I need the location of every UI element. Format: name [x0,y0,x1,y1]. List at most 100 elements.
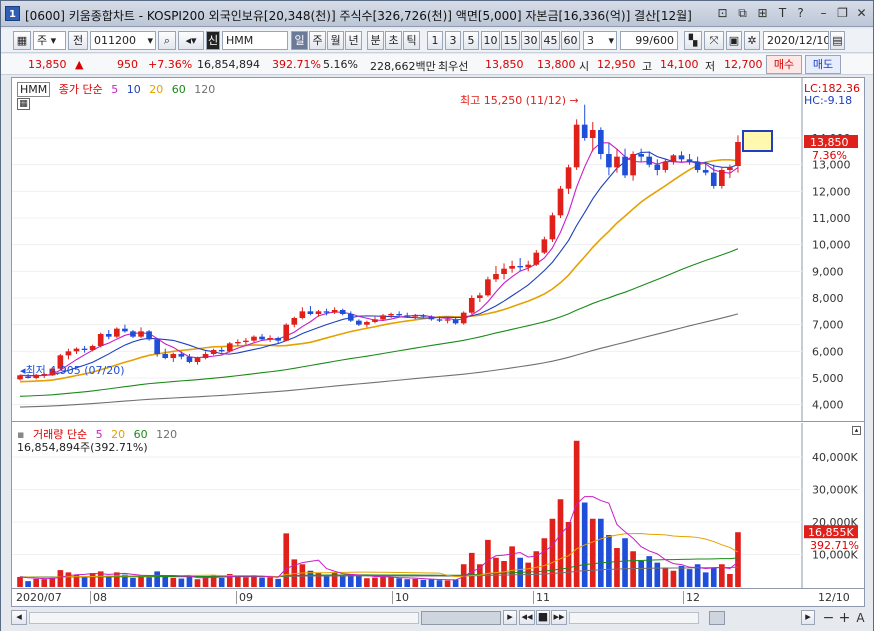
candle-body[interactable] [702,170,709,173]
candle-body[interactable] [130,331,136,337]
candle-body[interactable] [122,328,128,332]
candle-body[interactable] [622,156,628,176]
candle-body[interactable] [517,266,523,268]
candle-body[interactable] [331,310,338,313]
volume-bar[interactable] [598,518,604,587]
prev-button[interactable]: 전 [68,31,88,50]
candle-body[interactable] [412,315,419,317]
candle-body[interactable] [307,311,314,314]
candle-body[interactable] [727,167,733,170]
candle-body[interactable] [549,215,556,240]
volume-bar[interactable] [218,577,225,587]
candle-body[interactable] [533,252,540,265]
volume-bar[interactable] [114,572,120,587]
sell-button[interactable]: 매도 [805,55,841,74]
volume-bar[interactable] [89,573,96,587]
candle-body[interactable] [210,350,217,354]
copy-icon[interactable]: ⧉ [735,6,750,21]
candle-body[interactable] [485,279,491,296]
candle-body[interactable] [267,338,273,340]
volume-bar[interactable] [412,578,419,587]
candle-body[interactable] [283,324,290,341]
stop-icon[interactable]: ■ [536,610,550,625]
volume-pane[interactable]: 40,000K 30,000K 20,000K 10,000K 16,855K 392.7… [12,423,864,588]
selection-box[interactable] [742,130,773,152]
volume-bar[interactable] [606,535,612,587]
candle-body[interactable] [670,155,677,162]
grid-icon[interactable]: ▚ [684,31,702,50]
candle-body[interactable] [315,311,322,314]
volume-bar[interactable] [65,572,72,587]
volume-bar[interactable] [589,518,596,587]
volume-bar[interactable] [549,518,556,587]
pane-maximize-icon[interactable]: ▴ [852,426,861,435]
candle-body[interactable] [323,311,330,313]
candle-body[interactable] [235,342,241,344]
volume-bar[interactable] [259,577,265,587]
candle-body[interactable] [678,155,685,160]
candle-body[interactable] [339,310,346,314]
volume-bar[interactable] [662,567,669,588]
volume-bar[interactable] [727,574,733,587]
zoom-in-icon[interactable]: + [837,611,852,626]
speaker-icon[interactable]: ◂▾ [178,31,204,50]
volume-bar[interactable] [235,576,241,587]
volume-bar[interactable] [404,579,411,587]
period-minute[interactable]: 분 [367,31,384,50]
candle-body[interactable] [557,188,564,216]
volume-bar[interactable] [162,575,169,587]
interval-5[interactable]: 5 [463,31,479,50]
candle-body[interactable] [202,354,209,358]
candle-body[interactable] [114,328,120,337]
volume-bar[interactable] [468,552,475,587]
candle-body[interactable] [275,338,281,341]
volume-bar[interactable] [81,577,88,587]
scroll-track[interactable] [29,612,419,624]
period-day[interactable]: 일 [291,31,308,50]
interval-3[interactable]: 3 [445,31,461,50]
candle-body[interactable] [436,319,443,321]
volume-bar[interactable] [678,565,685,587]
candle-body[interactable] [420,315,427,317]
candle-body[interactable] [460,312,467,324]
volume-bar[interactable] [154,571,160,587]
candle-body[interactable] [105,334,112,337]
candle-body[interactable] [589,130,596,138]
price-pane[interactable]: 14,00013,00012,00011,00010,0009,0008,000… [12,78,864,422]
rewind-icon[interactable]: ◂◂ [519,610,535,625]
stock-code-input[interactable]: 011200 ▾ [90,31,156,50]
fast-forward-icon[interactable]: ▸▸ [551,610,567,625]
period-week[interactable]: 주 [309,31,326,50]
candle-body[interactable] [194,358,201,362]
volume-bar[interactable] [283,533,290,587]
candle-body[interactable] [686,159,693,162]
restore-icon[interactable]: ❐ [835,6,850,21]
candle-body[interactable] [364,322,370,325]
volume-bar[interactable] [670,570,677,587]
volume-bar[interactable] [509,546,515,587]
candle-body[interactable] [646,156,653,165]
volume-bar[interactable] [339,575,346,587]
candle-body[interactable] [509,266,515,269]
period-month[interactable]: 월 [327,31,344,50]
volume-bar[interactable] [372,577,378,587]
candle-body[interactable] [525,264,532,268]
candle-body[interactable] [493,274,499,280]
candle-body[interactable] [477,295,483,298]
candle-body[interactable] [735,142,741,166]
volume-bar[interactable] [146,577,152,587]
volume-bar[interactable] [436,580,443,587]
volume-bar[interactable] [57,570,64,587]
volume-bar[interactable] [202,576,209,587]
volume-bar[interactable] [428,579,435,587]
volume-bar[interactable] [105,575,112,587]
candle-body[interactable] [356,320,362,325]
scroll-thumb[interactable] [421,611,501,625]
period-second[interactable]: 초 [385,31,402,50]
interval-45[interactable]: 45 [541,31,560,50]
candle-body[interactable] [638,154,644,157]
volume-bar[interactable] [364,578,370,587]
volume-bar[interactable] [323,575,330,587]
volume-bar[interactable] [420,579,427,587]
volume-bar[interactable] [557,499,564,587]
